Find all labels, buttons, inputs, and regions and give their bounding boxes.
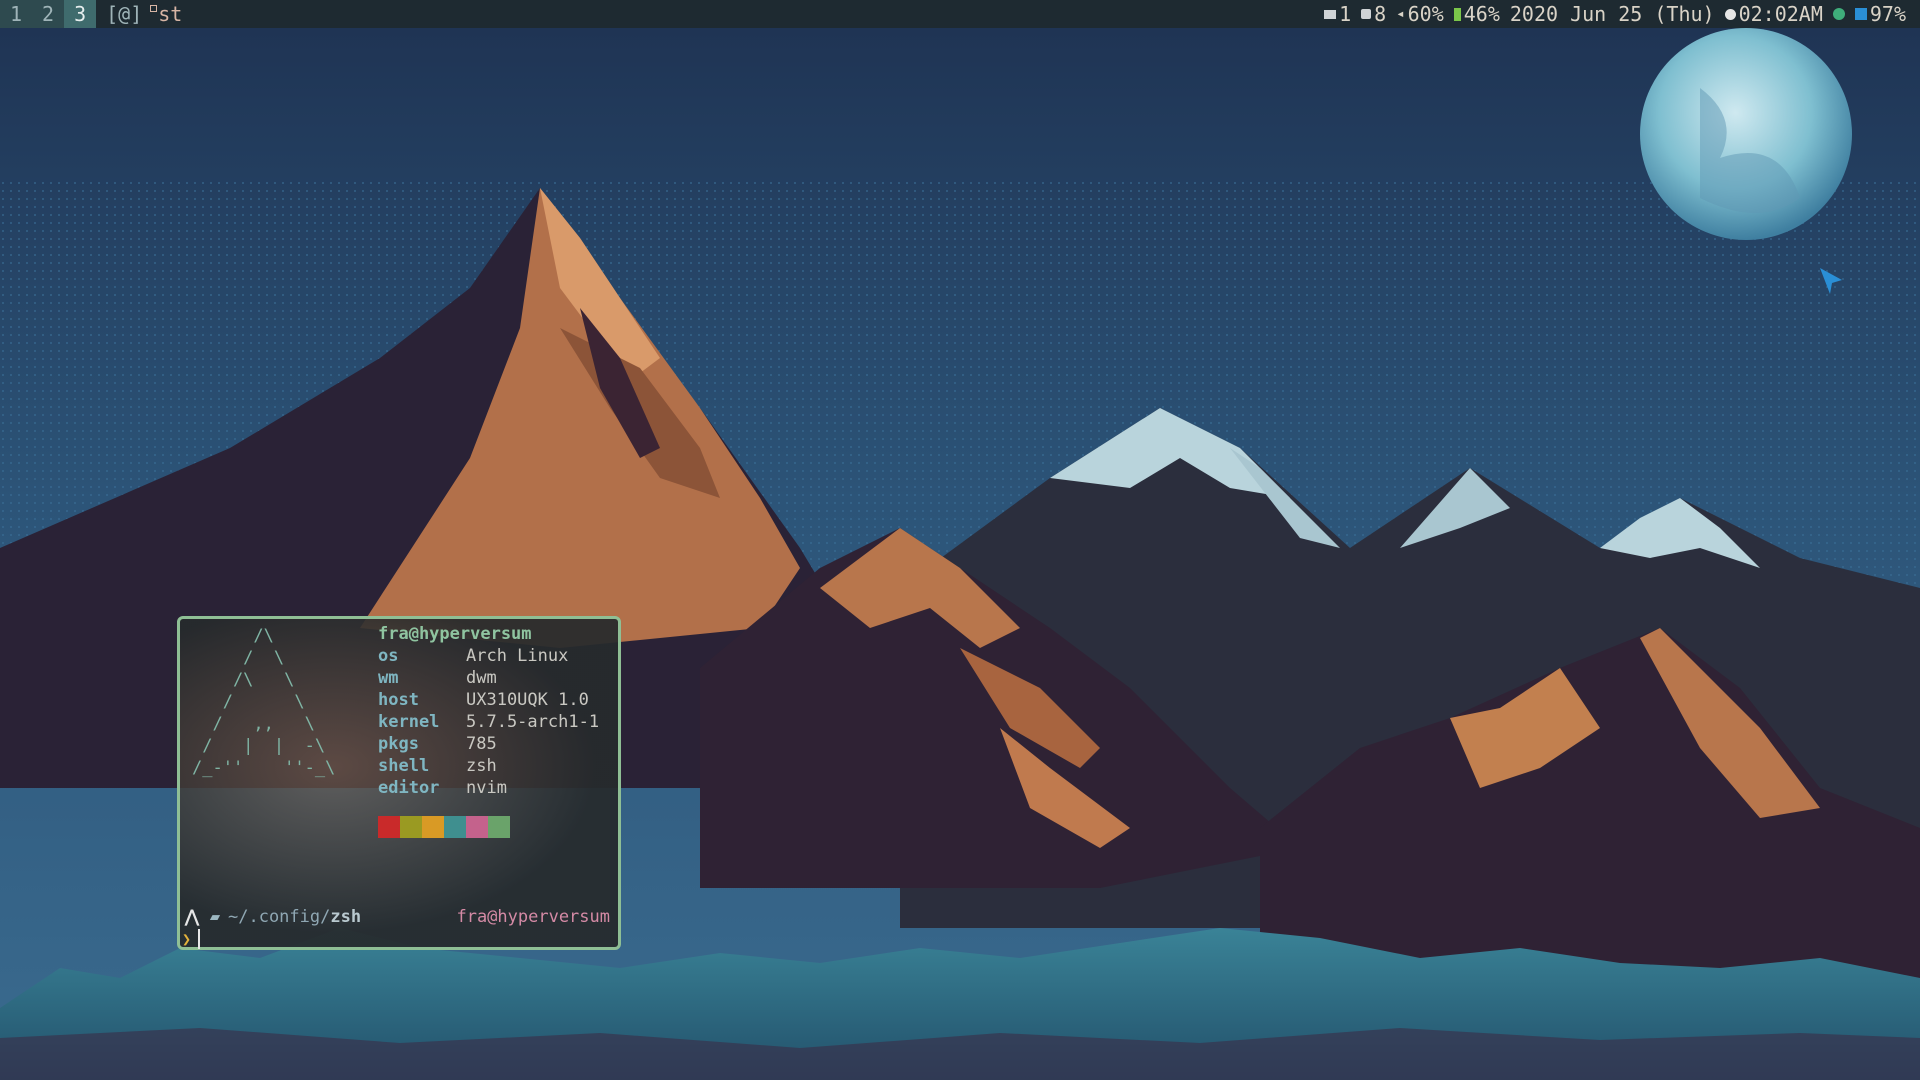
info-value: nvim — [466, 778, 507, 798]
shell-prompt: ⋀ ▰ ~/.config/zsh fra@hyperversum — [182, 907, 616, 927]
mail-count: 1 — [1339, 2, 1352, 26]
palette-swatch — [444, 816, 466, 838]
time-status: 02:02AM — [1724, 2, 1823, 26]
info-value: zsh — [466, 756, 497, 776]
arch-icon: ⋀ — [185, 907, 199, 927]
window-title: st — [150, 2, 182, 26]
layout-indicator[interactable]: [@] — [96, 2, 152, 26]
logo-line: / \ — [192, 692, 305, 712]
logo-line: / \ — [192, 648, 285, 668]
info-value: 5.7.5-arch1-1 — [466, 712, 600, 732]
battery-status: 46% — [1453, 2, 1500, 26]
logo-line: / ,, \ — [192, 714, 315, 734]
info-value: Arch Linux — [466, 646, 569, 666]
updates-status: 8 — [1361, 2, 1386, 26]
path-prefix: ~/.config/ — [228, 907, 331, 927]
info-row-host: host UX310UQK 1.0 — [378, 689, 599, 711]
info-key: host — [378, 690, 419, 710]
top-status-bar: 1 2 3 [@] st 1 8 ◂ 60% 46% 2020 Jun 25 (… — [0, 0, 1920, 28]
info-row-shell: shell zsh — [378, 755, 599, 777]
info-value: UX310UQK 1.0 — [466, 690, 589, 710]
mail-status: 1 — [1324, 2, 1351, 26]
path-dir: zsh — [330, 907, 362, 927]
workspace-tag-3[interactable]: 3 — [64, 0, 97, 28]
user-host: fra@hyperversum — [378, 624, 532, 644]
info-row-editor: editor nvim — [378, 777, 599, 799]
command-line[interactable]: ❯ — [182, 929, 200, 949]
battery-icon — [1453, 7, 1461, 21]
info-key: wm — [378, 668, 399, 688]
palette-swatch — [422, 816, 444, 838]
volume-value: 60% — [1407, 2, 1444, 26]
time-value: 02:02AM — [1738, 2, 1823, 26]
mail-icon — [1324, 9, 1337, 19]
info-value: dwm — [466, 668, 497, 688]
prompt-chevron-icon: ❯ — [182, 930, 192, 948]
text-cursor — [198, 929, 200, 949]
palette-swatch — [400, 816, 422, 838]
date-status: 2020 Jun 25 (Thu) — [1509, 2, 1715, 26]
volume-status: ◂ 60% — [1396, 2, 1444, 26]
info-row-pkgs: pkgs 785 — [378, 733, 599, 755]
brightness-status: 97% — [1854, 2, 1906, 26]
network-dot-icon — [1832, 8, 1845, 20]
info-row-wm: wm dwm — [378, 667, 599, 689]
clock-icon — [1724, 8, 1736, 20]
system-info: fra@hyperversum os Arch Linux wm dwm host U… — [378, 623, 599, 799]
palette-swatch — [378, 816, 400, 838]
info-key: shell — [378, 756, 430, 776]
speaker-icon: ◂ — [1396, 6, 1405, 22]
prompt-user-host: fra@hyperversum — [456, 907, 610, 927]
updates-count: 8 — [1374, 2, 1387, 26]
battery-value: 46% — [1463, 2, 1500, 26]
logo-line: / | | -\ — [192, 736, 326, 756]
info-key: os — [378, 646, 399, 666]
info-row-os: os Arch Linux — [378, 645, 599, 667]
workspace-tag-1[interactable]: 1 — [0, 0, 33, 28]
status-area: 1 8 ◂ 60% 46% 2020 Jun 25 (Thu) 02:02AM … — [1324, 2, 1920, 26]
color-palette — [378, 816, 510, 838]
palette-swatch — [488, 816, 510, 838]
workspace-tag-2[interactable]: 2 — [32, 0, 65, 28]
brightness-value: 97% — [1869, 2, 1906, 26]
info-row-kernel: kernel 5.7.5-arch1-1 — [378, 711, 599, 733]
brightness-icon — [1854, 8, 1867, 20]
current-directory: ~/.config/zsh — [228, 907, 361, 927]
arch-ascii-logo: /\ / \ /\ \ / \ / ,, \ / | | -\ /_-'' ''… — [192, 625, 335, 779]
logo-line: /\ — [192, 626, 274, 646]
terminal-window[interactable]: /\ / \ /\ \ / \ / ,, \ / | | -\ /_-'' ''… — [177, 616, 621, 950]
palette-swatch — [466, 816, 488, 838]
folder-icon: ▰ — [209, 907, 221, 927]
package-icon — [1361, 9, 1372, 19]
info-key: kernel — [378, 712, 440, 732]
logo-line: /_-'' ''-_\ — [192, 758, 336, 778]
logo-line: /\ \ — [192, 670, 295, 690]
info-key: editor — [378, 778, 440, 798]
info-value: 785 — [466, 734, 497, 754]
info-key: pkgs — [378, 734, 419, 754]
